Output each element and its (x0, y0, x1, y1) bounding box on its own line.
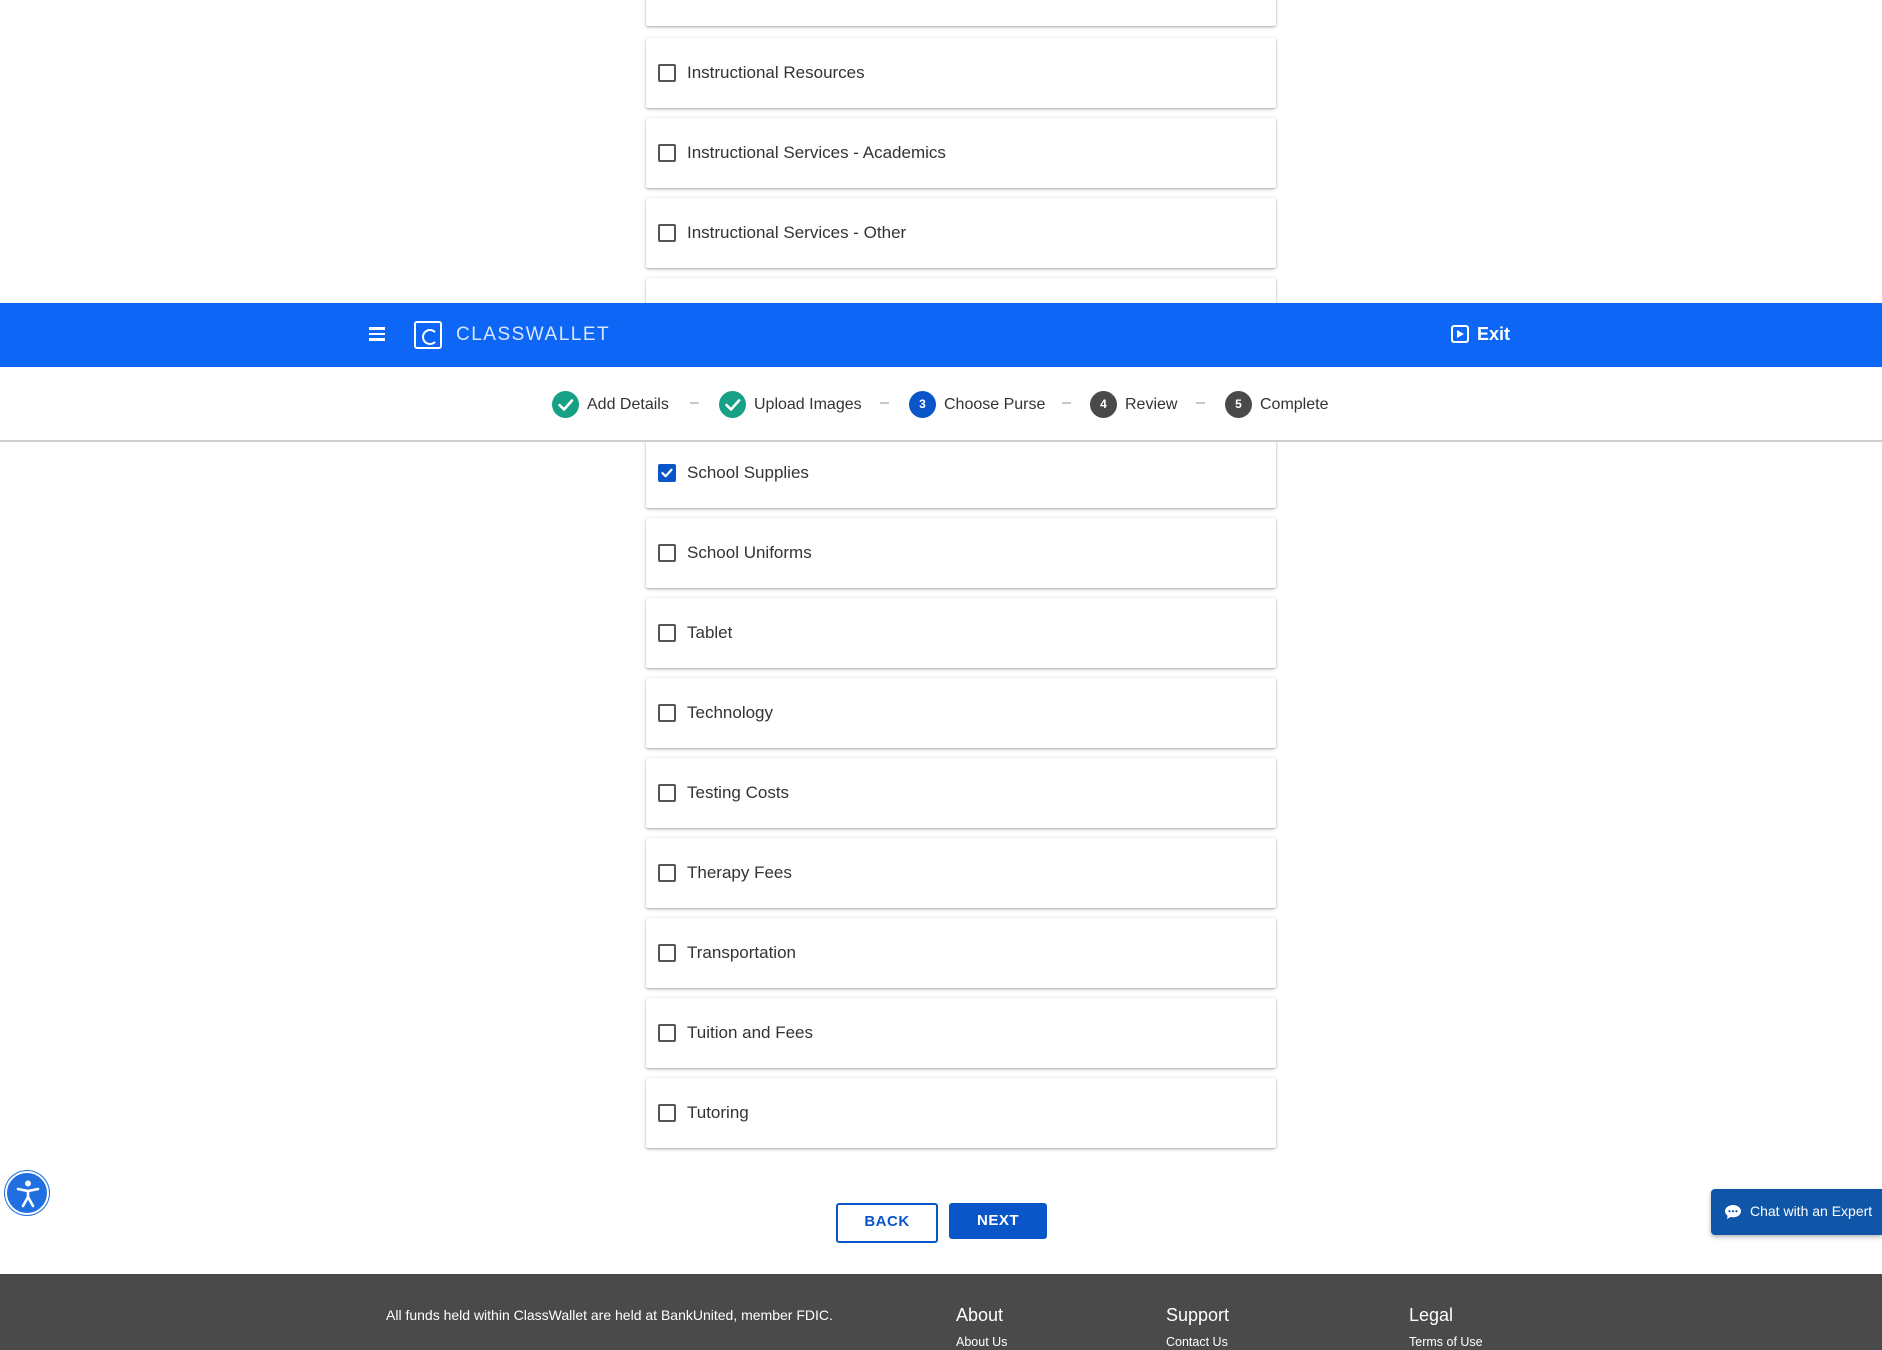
accessibility-button[interactable] (5, 1171, 49, 1215)
category-card[interactable]: Instructional Resources (646, 38, 1276, 108)
step-number: 5 (1225, 391, 1252, 418)
progress-stepper: Add Details – Upload Images – 3 Choose P… (0, 367, 1882, 442)
category-card[interactable]: School Supplies (646, 438, 1276, 508)
category-card-partial (646, 0, 1276, 26)
category-label: Tutoring (687, 1103, 749, 1122)
category-checkbox[interactable] (658, 784, 676, 802)
footer-col-about: About About Us (956, 1305, 1007, 1349)
category-label: School Supplies (687, 463, 809, 482)
step-separator: – (690, 394, 699, 411)
category-checkbox-checked[interactable] (658, 464, 676, 482)
category-card[interactable]: Therapy Fees (646, 838, 1276, 908)
footer: All funds held within ClassWallet are he… (0, 1274, 1882, 1350)
step-label: Complete (1260, 396, 1329, 413)
category-card[interactable]: Instructional Services - Other (646, 198, 1276, 268)
chat-label: Chat with an Expert (1750, 1203, 1873, 1219)
category-card[interactable]: Testing Costs (646, 758, 1276, 828)
category-card[interactable]: Technology (646, 678, 1276, 748)
exit-icon (1451, 325, 1469, 343)
category-label: School Uniforms (687, 543, 812, 562)
back-button[interactable]: BACK (836, 1203, 938, 1243)
category-checkbox[interactable] (658, 64, 676, 82)
app-header: CLASSWALLET Exit (0, 303, 1882, 367)
hamburger-menu-icon[interactable] (369, 327, 385, 343)
step-label: Review (1125, 396, 1178, 413)
footer-col-title: Legal (1409, 1305, 1454, 1325)
category-checkbox[interactable] (658, 144, 676, 162)
category-checkbox[interactable] (658, 544, 676, 562)
category-card[interactable]: Instructional Services - Academics (646, 118, 1276, 188)
category-checkbox[interactable] (658, 864, 676, 882)
footer-col-support: Support Contact Us (1166, 1305, 1229, 1349)
footer-col-title: About (956, 1305, 1004, 1325)
chat-with-expert-button[interactable]: Chat with an Expert (1711, 1189, 1882, 1235)
category-card[interactable]: School Uniforms (646, 518, 1276, 588)
category-label: Therapy Fees (687, 863, 792, 882)
category-checkbox[interactable] (658, 944, 676, 962)
category-label: Technology (687, 703, 774, 722)
step-number: 3 (909, 391, 936, 418)
category-checkbox[interactable] (658, 224, 676, 242)
category-label: Instructional Services - Other (687, 223, 907, 242)
exit-label: Exit (1477, 324, 1511, 344)
category-label: Tablet (687, 623, 733, 642)
category-card[interactable]: Tablet (646, 598, 1276, 668)
step-label: Add Details (587, 396, 669, 413)
accessibility-icon (16, 1180, 40, 1208)
footer-col-legal: Legal Terms of Use (1409, 1305, 1483, 1349)
category-label: Instructional Services - Academics (687, 143, 946, 162)
chat-bubble-icon (1725, 1205, 1741, 1219)
brand-name: CLASSWALLET (456, 324, 611, 345)
category-checkbox[interactable] (658, 1104, 676, 1122)
footer-col-title: Support (1166, 1305, 1230, 1325)
check-icon (552, 391, 579, 418)
exit-button[interactable]: Exit (1451, 324, 1510, 345)
checkmark-icon (661, 468, 673, 478)
step-label: Choose Purse (944, 396, 1046, 413)
step-separator: – (1196, 394, 1205, 411)
category-label: Testing Costs (687, 783, 790, 802)
step-separator: – (1062, 394, 1071, 411)
category-checkbox[interactable] (658, 704, 676, 722)
classwallet-logo-icon (414, 321, 442, 349)
category-card[interactable]: Tutoring (646, 1078, 1276, 1148)
category-checkbox[interactable] (658, 624, 676, 642)
check-icon (719, 391, 746, 418)
category-checkbox[interactable] (658, 1024, 676, 1042)
footer-link-contact-us[interactable]: Contact Us (1166, 1335, 1229, 1349)
category-card[interactable]: Transportation (646, 918, 1276, 988)
step-label: Upload Images (754, 396, 862, 413)
fdic-note: All funds held within ClassWallet are he… (386, 1307, 833, 1323)
category-label: Instructional Resources (687, 63, 865, 82)
step-separator: – (880, 394, 889, 411)
category-label: Transportation (687, 943, 796, 962)
category-label: Tuition and Fees (687, 1023, 813, 1042)
category-card[interactable]: Tuition and Fees (646, 998, 1276, 1068)
footer-link-terms-of-use[interactable]: Terms of Use (1409, 1335, 1483, 1349)
footer-link-about-us[interactable]: About Us (956, 1335, 1007, 1349)
next-button[interactable]: NEXT (949, 1203, 1047, 1239)
step-number: 4 (1090, 391, 1117, 418)
